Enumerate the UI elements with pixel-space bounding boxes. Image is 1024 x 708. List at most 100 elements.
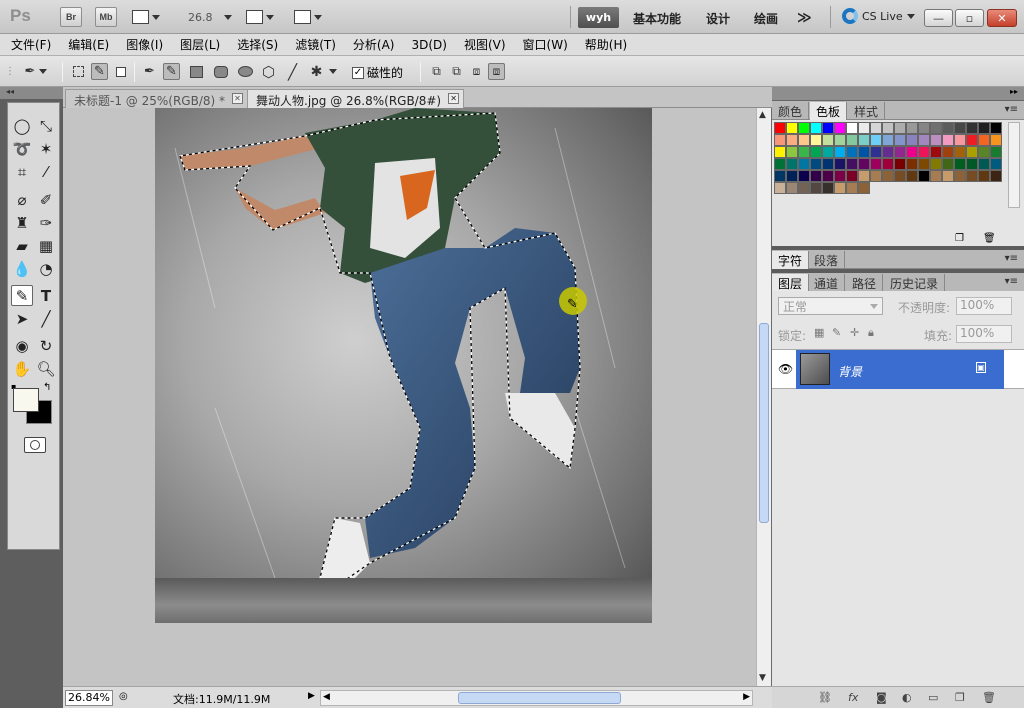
magnetic-checkbox[interactable]: ✓ 磁性的 — [352, 64, 403, 81]
blur-tool-icon[interactable]: 💧 — [11, 258, 33, 279]
blend-mode-select[interactable]: 正常 — [778, 297, 883, 315]
color-swatch[interactable] — [906, 146, 918, 158]
color-swatch[interactable] — [894, 134, 906, 146]
color-swatch[interactable] — [786, 182, 798, 194]
color-swatch[interactable] — [930, 158, 942, 170]
color-swatch[interactable] — [822, 158, 834, 170]
subtract-from-path-area-icon[interactable]: ⧉ — [448, 63, 465, 80]
add-to-path-area-icon[interactable]: ⧉ — [428, 63, 445, 80]
panel-menu-icon[interactable]: ▾≡ — [1005, 104, 1018, 115]
color-swatch[interactable] — [930, 122, 942, 134]
vertical-scroll-thumb[interactable] — [759, 323, 769, 523]
line-tool-icon[interactable]: ╱ — [284, 63, 301, 81]
color-swatch[interactable] — [894, 146, 906, 158]
bridge-button[interactable]: Br — [60, 7, 82, 27]
color-swatch[interactable] — [798, 170, 810, 182]
intersect-path-areas-icon[interactable]: ⧈ — [468, 63, 485, 80]
minimize-button[interactable]: — — [924, 9, 953, 27]
color-swatch[interactable] — [882, 122, 894, 134]
color-swatch[interactable] — [834, 158, 846, 170]
color-swatch[interactable] — [930, 146, 942, 158]
color-swatch[interactable] — [990, 170, 1002, 182]
canvas-area[interactable]: ✎ — [63, 108, 756, 686]
polygon-tool-icon[interactable]: ⬡ — [260, 63, 277, 81]
color-swatch[interactable] — [966, 158, 978, 170]
color-swatch[interactable] — [786, 122, 798, 134]
zoom-field[interactable]: 26.84% — [65, 690, 113, 706]
new-swatch-icon[interactable]: ❐ — [955, 233, 964, 244]
quick-mask-button[interactable] — [24, 437, 46, 453]
color-swatch[interactable] — [882, 158, 894, 170]
color-swatch[interactable] — [918, 170, 930, 182]
color-swatch[interactable] — [774, 170, 786, 182]
color-swatch[interactable] — [834, 122, 846, 134]
scroll-left-icon[interactable]: ◀ — [323, 692, 330, 702]
color-swatch[interactable] — [774, 134, 786, 146]
color-swatch[interactable] — [990, 122, 1002, 134]
color-swatch[interactable] — [834, 170, 846, 182]
color-swatch[interactable] — [798, 182, 810, 194]
color-swatch[interactable] — [942, 158, 954, 170]
clone-stamp-icon[interactable]: ♜ — [11, 212, 33, 233]
lock-all-icon[interactable]: 🔒︎ — [868, 326, 874, 340]
color-swatch[interactable] — [918, 146, 930, 158]
color-swatch[interactable] — [954, 122, 966, 134]
color-swatch[interactable] — [810, 146, 822, 158]
panel-menu-icon[interactable]: ▾≡ — [1005, 276, 1018, 287]
menu-help[interactable]: 帮助(H) — [585, 36, 627, 53]
color-swatch[interactable] — [894, 158, 906, 170]
close-button[interactable]: ✕ — [987, 9, 1017, 27]
color-swatch[interactable] — [822, 134, 834, 146]
trash-icon[interactable]: 🗑︎ — [983, 233, 996, 244]
screen-mode-dropdown[interactable] — [294, 8, 322, 26]
restore-button[interactable]: ▫ — [955, 9, 984, 27]
color-swatch[interactable] — [822, 122, 834, 134]
more-workspaces-button[interactable]: ≫ — [797, 10, 812, 26]
tab-paragraph[interactable]: 段落 — [808, 251, 846, 269]
color-swatch[interactable] — [954, 146, 966, 158]
color-swatch[interactable] — [966, 134, 978, 146]
tool-preset-picker[interactable]: ✒ — [20, 63, 52, 80]
menu-view[interactable]: 视图(V) — [464, 36, 506, 53]
color-swatch[interactable] — [846, 158, 858, 170]
tab-layers[interactable]: 图层 — [772, 274, 810, 292]
zoom-tool-icon[interactable]: 🔍︎ — [35, 358, 57, 379]
color-swatch[interactable] — [918, 122, 930, 134]
scroll-down-icon[interactable]: ▼ — [759, 673, 766, 683]
magic-wand-icon[interactable]: ✶ — [35, 138, 57, 159]
color-swatch[interactable] — [978, 122, 990, 134]
geometry-options-dropdown[interactable] — [328, 63, 338, 80]
healing-brush-icon[interactable]: ⌀ — [11, 189, 33, 210]
brush-tool-icon[interactable]: ✐ — [35, 189, 57, 210]
rectangle-tool-icon[interactable] — [190, 66, 203, 78]
tab-styles[interactable]: 样式 — [848, 102, 886, 120]
panel-menu-icon[interactable]: ▾≡ — [1005, 253, 1018, 264]
color-swatch[interactable] — [882, 146, 894, 158]
color-swatch[interactable] — [798, 158, 810, 170]
document-tab-untitled[interactable]: 未标题-1 @ 25%(RGB/8) * ✕ — [65, 89, 248, 108]
menu-edit[interactable]: 编辑(E) — [68, 36, 109, 53]
color-swatch[interactable] — [882, 170, 894, 182]
paths-mode-icon[interactable]: ✎ — [91, 63, 108, 80]
tab-color[interactable]: 颜色 — [772, 102, 810, 120]
freeform-pen-tool-icon[interactable]: ✎ — [11, 285, 33, 306]
color-swatch[interactable] — [810, 158, 822, 170]
color-swatch[interactable] — [990, 134, 1002, 146]
color-swatch[interactable] — [930, 170, 942, 182]
foreground-color-swatch[interactable] — [13, 388, 39, 412]
workspace-design[interactable]: 设计 — [706, 10, 730, 27]
color-swatch[interactable] — [858, 182, 870, 194]
color-swatch[interactable] — [810, 182, 822, 194]
lock-image-icon[interactable]: ✎ — [832, 326, 841, 339]
color-swatch[interactable] — [846, 134, 858, 146]
status-menu-arrow-icon[interactable]: ▶ — [308, 691, 315, 701]
color-swatch[interactable] — [822, 182, 834, 194]
vertical-scrollbar[interactable]: ▲ ▼ — [756, 108, 771, 686]
color-swatch[interactable] — [978, 134, 990, 146]
new-layer-icon[interactable]: ❐ — [955, 691, 965, 704]
color-swatch[interactable] — [882, 134, 894, 146]
color-swatch[interactable] — [918, 158, 930, 170]
visibility-eye-icon[interactable]: 👁︎ — [778, 362, 793, 376]
color-swatch[interactable] — [846, 146, 858, 158]
color-swatch[interactable] — [930, 134, 942, 146]
